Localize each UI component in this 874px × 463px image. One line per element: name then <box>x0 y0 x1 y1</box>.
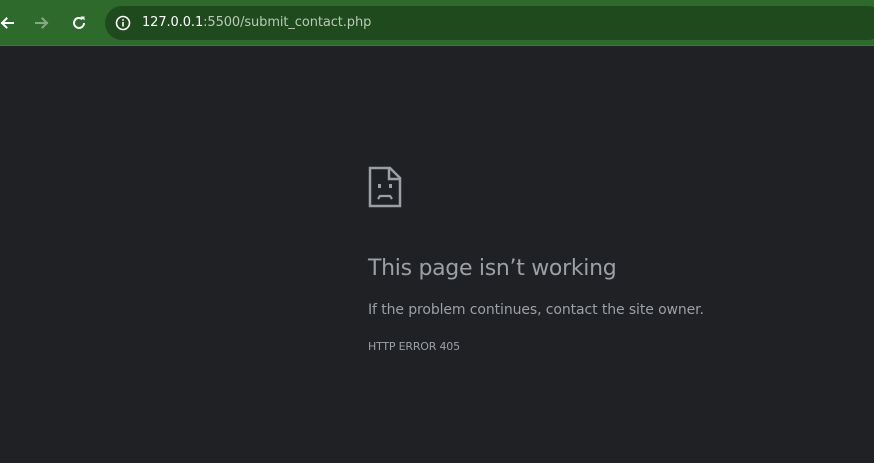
reload-icon <box>71 15 87 31</box>
sad-page-icon <box>368 166 402 208</box>
error-page: This page isn’t working If the problem c… <box>0 46 874 463</box>
reload-button[interactable] <box>65 9 93 37</box>
error-code: HTTP ERROR 405 <box>368 340 460 353</box>
info-icon[interactable] <box>115 15 131 31</box>
error-title: This page isn’t working <box>368 256 617 281</box>
url-host: 127.0.0.1 <box>142 15 204 30</box>
url-path: :5500/submit_contact.php <box>203 15 372 30</box>
arrow-right-icon <box>34 15 50 31</box>
error-description: If the problem continues, contact the si… <box>368 302 704 318</box>
back-button[interactable] <box>0 9 21 37</box>
url-text[interactable]: 127.0.0.1:5500/submit_contact.php <box>142 14 371 32</box>
forward-button[interactable] <box>28 9 56 37</box>
address-bar[interactable]: 127.0.0.1:5500/submit_contact.php <box>105 6 874 40</box>
arrow-left-icon <box>0 15 15 31</box>
browser-toolbar: 127.0.0.1:5500/submit_contact.php <box>0 0 874 46</box>
